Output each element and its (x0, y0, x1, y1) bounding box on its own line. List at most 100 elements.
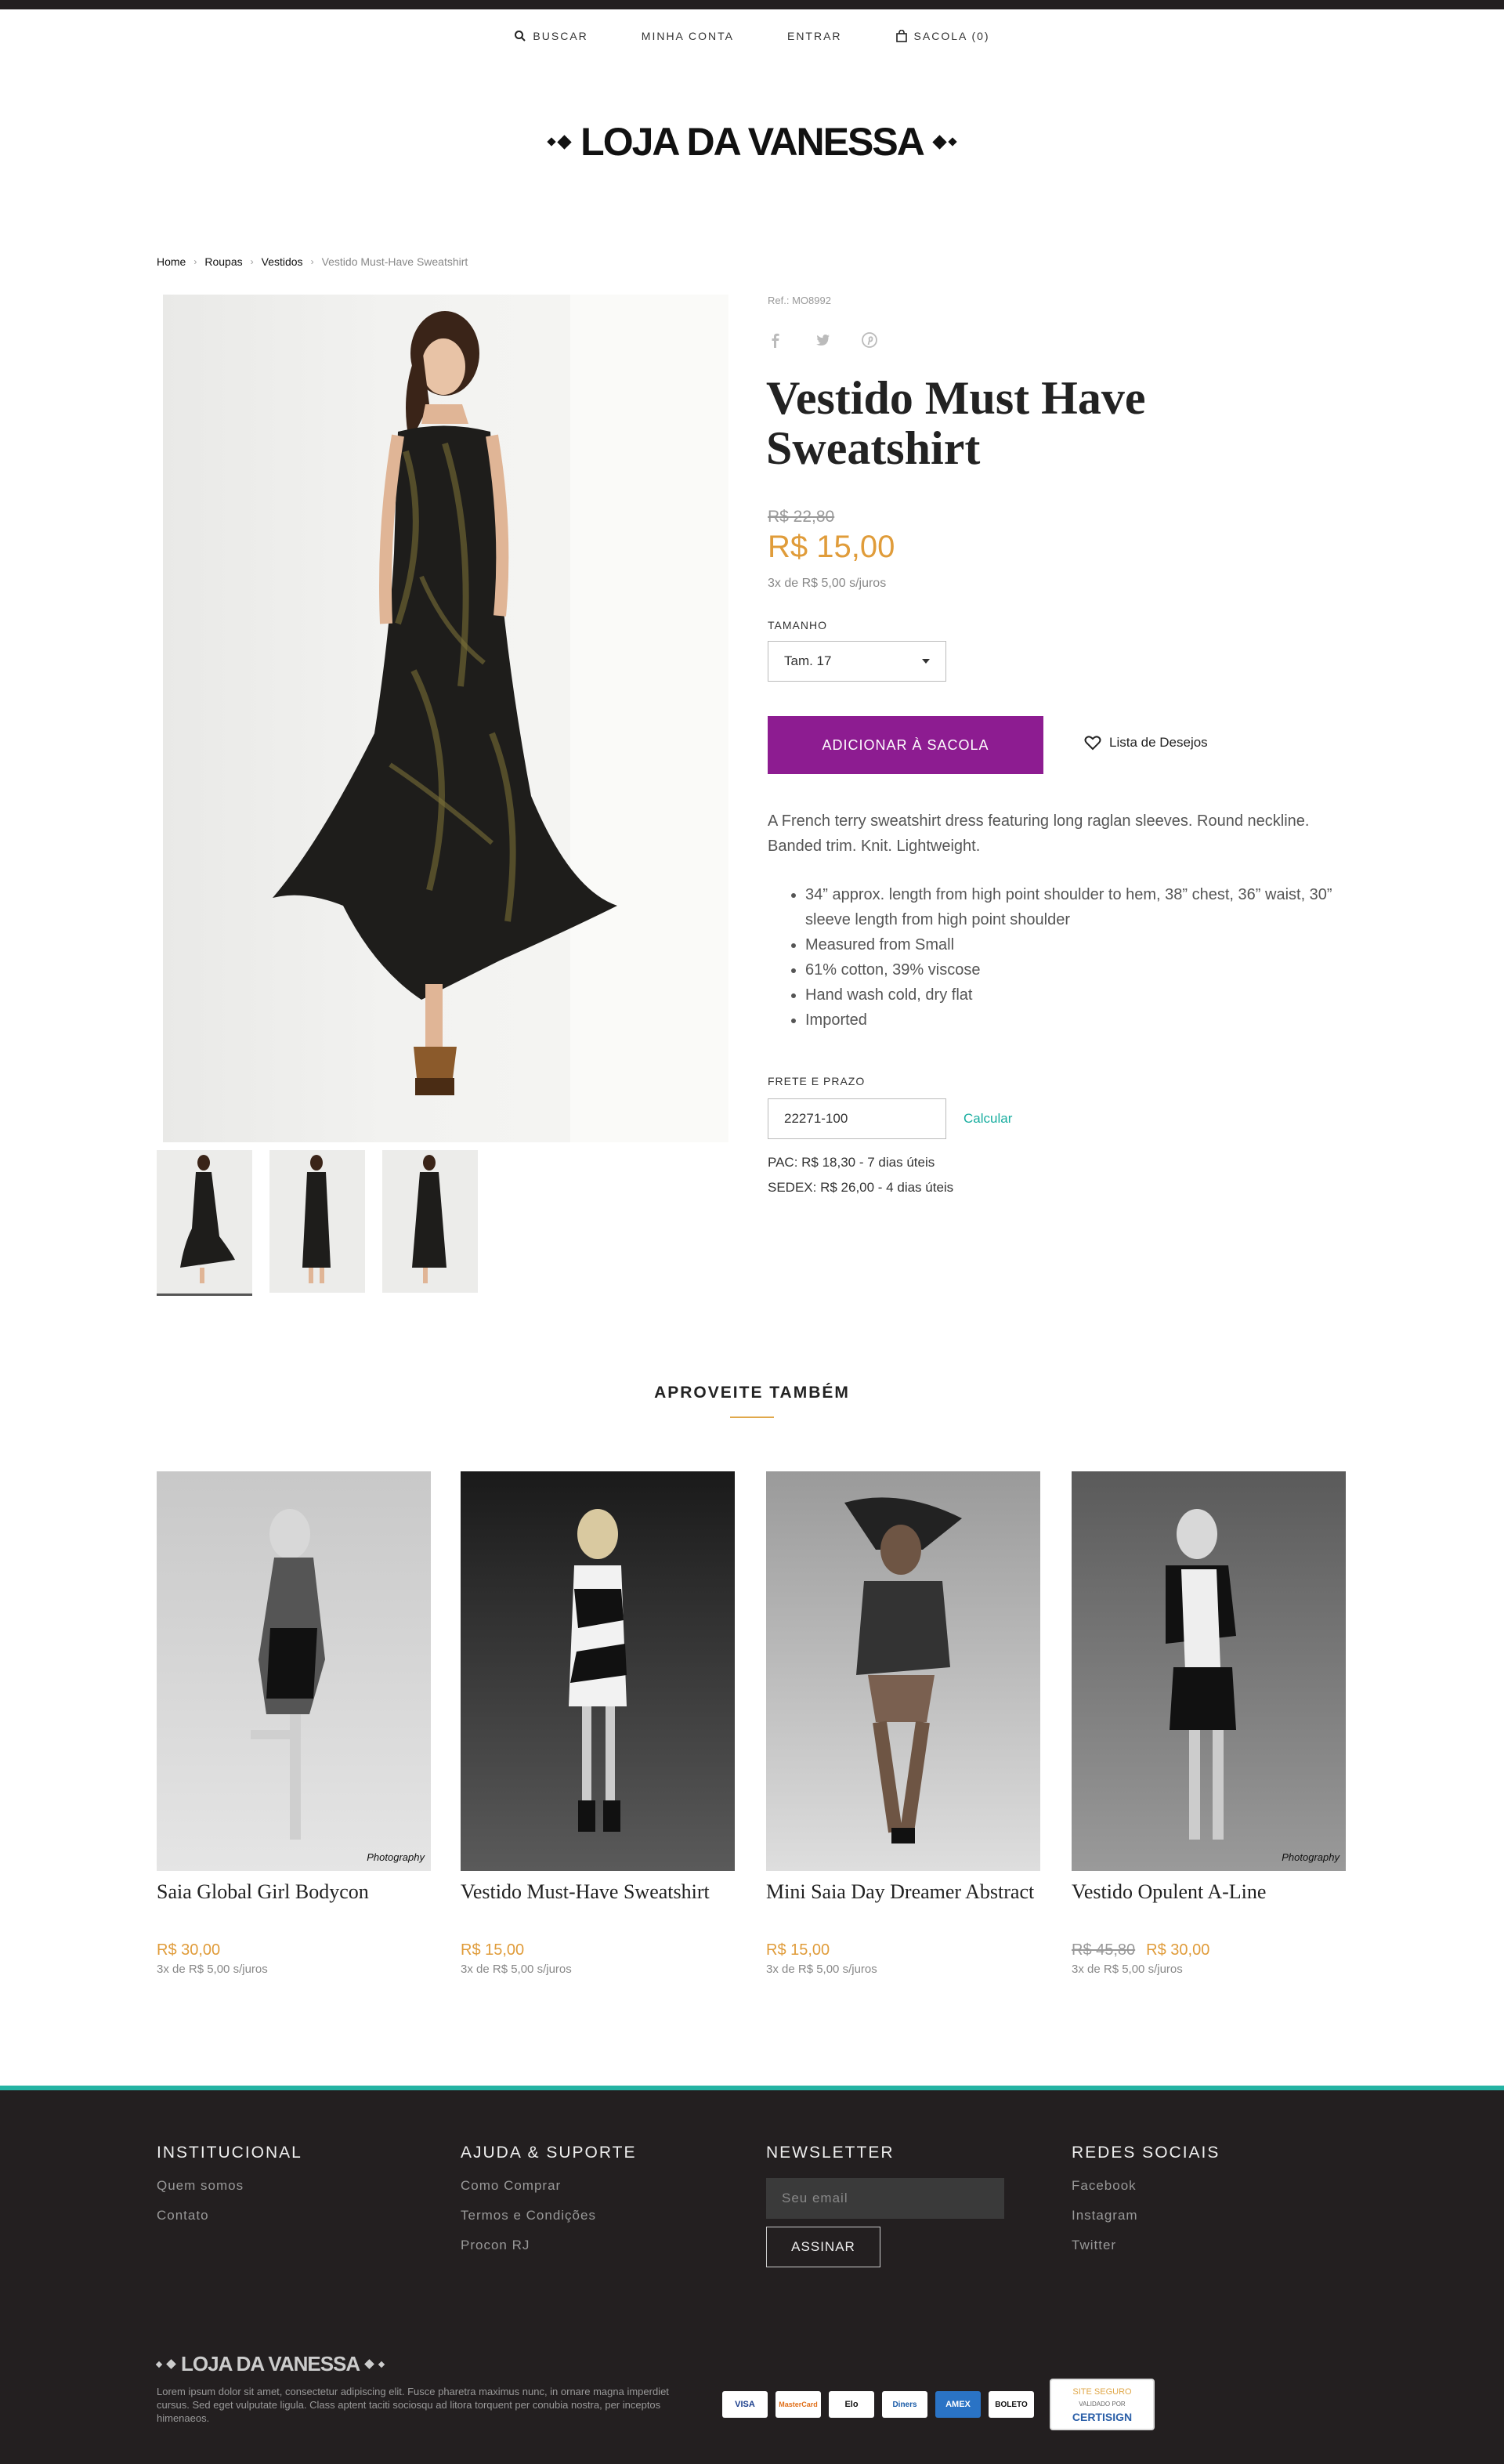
product-image[interactable]: Photography (157, 1471, 431, 1871)
related-title: APROVEITE TAMBÉM (654, 1384, 850, 1402)
calculate-link[interactable]: Calcular (964, 1111, 1012, 1127)
product-price: R$ 30,00 (157, 1941, 431, 1959)
product-name[interactable]: Mini Saia Day Dreamer Abstract (766, 1879, 1040, 1934)
nav-bag[interactable]: SACOLA (0) (895, 30, 990, 42)
feature-item: Measured from Small (805, 932, 1346, 957)
footer-logo-text: LOJA DA VANESSA (181, 2352, 360, 2375)
visa-icon: VISA (722, 2391, 768, 2418)
nav-account-label: MINHA CONTA (641, 30, 734, 42)
breadcrumb-chevron-icon: › (193, 256, 197, 267)
bag-icon (895, 30, 907, 42)
logo-diamond (155, 2361, 163, 2368)
nav-login[interactable]: ENTRAR (787, 30, 842, 42)
product-image[interactable] (766, 1471, 1040, 1871)
product-current-price: R$ 15,00 (461, 1941, 525, 1959)
store-logo[interactable]: LOJA DA VANESSA (0, 119, 1504, 165)
newsletter-subscribe-button[interactable]: ASSINAR (766, 2227, 880, 2267)
thumbnail-3[interactable] (382, 1150, 478, 1293)
elo-icon: Elo (829, 2391, 874, 2418)
security-seal[interactable]: SITE SEGURO VALIDADO POR CERTISIGN (1050, 2379, 1155, 2430)
product-name[interactable]: Vestido Must-Have Sweatshirt (461, 1879, 735, 1934)
footer-link[interactable]: Quem somos (157, 2178, 302, 2194)
footer-link[interactable]: Facebook (1072, 2178, 1220, 2194)
product-main-image[interactable] (163, 295, 728, 1142)
footer-col-title: AJUDA & SUPORTE (461, 2144, 637, 2162)
payment-methods: VISA MasterCard Elo Diners AMEX BOLETO (722, 2391, 1034, 2418)
watermark-text: Photography (1282, 1851, 1340, 1863)
product-image[interactable]: Photography (1072, 1471, 1346, 1871)
product-name[interactable]: Vestido Opulent A-Line (1072, 1879, 1346, 1934)
caret-down-icon (922, 659, 930, 664)
footer-col-title: INSTITUCIONAL (157, 2144, 302, 2162)
footer-link[interactable]: Como Comprar (461, 2178, 637, 2194)
twitter-icon[interactable] (815, 332, 830, 348)
seal-line: CERTISIGN (1072, 2411, 1133, 2423)
shipping-label: FRETE E PRAZO (768, 1075, 866, 1087)
shipping-results: PAC: R$ 18,30 - 7 dias úteis SEDEX: R$ 2… (768, 1150, 953, 1200)
wishlist-button[interactable]: Lista de Desejos (1084, 735, 1208, 751)
seal-line: VALIDADO POR (1079, 2401, 1126, 2408)
product-installments: 3x de R$ 5,00 s/juros (768, 577, 887, 590)
watermark-text: Photography (367, 1851, 425, 1863)
facebook-icon[interactable] (768, 332, 783, 348)
related-product-4[interactable]: Photography Vestido Opulent A-Line R$ 45… (1072, 1471, 1346, 1976)
thumbnail-2[interactable] (269, 1150, 365, 1293)
logo-right-diamonds (932, 134, 957, 150)
search-icon (515, 31, 526, 42)
nav-search-label: BUSCAR (533, 30, 588, 42)
product-price: R$ 15,00 (766, 1941, 1040, 1959)
top-bar (0, 0, 1504, 9)
nav-bag-label: SACOLA (0) (913, 30, 990, 42)
sedex-rate: SEDEX: R$ 26,00 - 4 dias úteis (768, 1180, 954, 1195)
newsletter-email-input[interactable]: Seu email (766, 2178, 1004, 2219)
footer-col-title: NEWSLETTER (766, 2144, 895, 2162)
product-name[interactable]: Saia Global Girl Bodycon (157, 1879, 431, 1934)
pac-rate: PAC: R$ 18,30 - 7 dias úteis (768, 1155, 935, 1170)
related-product-1[interactable]: Photography Saia Global Girl Bodycon R$ … (157, 1471, 431, 1976)
footer-link[interactable]: Termos e Condições (461, 2208, 637, 2223)
add-to-bag-button[interactable]: ADICIONAR À SACOLA (768, 716, 1043, 774)
breadcrumb: Home › Roupas › Vestidos › Vestido Must-… (157, 255, 468, 268)
photo-watermark: Photography (1282, 1852, 1340, 1863)
logo-left-diamonds (547, 134, 572, 150)
feature-item: Imported (805, 1008, 1346, 1033)
nav-search[interactable]: BUSCAR (514, 30, 588, 42)
nav-login-label: ENTRAR (786, 30, 842, 42)
boleto-icon: BOLETO (989, 2391, 1034, 2418)
footer-newsletter: NEWSLETTER Seu email ASSINAR (766, 2144, 1004, 2267)
pinterest-icon[interactable] (862, 332, 877, 348)
amex-icon: AMEX (935, 2391, 981, 2418)
related-product-3[interactable]: Mini Saia Day Dreamer Abstract R$ 15,00 … (766, 1471, 1040, 1976)
product-old-price: R$ 22,80 (768, 508, 835, 526)
breadcrumb-roupas[interactable]: Roupas (204, 255, 242, 268)
footer-link[interactable]: Contato (157, 2208, 302, 2223)
thumbnail-1[interactable] (157, 1150, 252, 1296)
photo-watermark: Photography (367, 1852, 425, 1863)
diners-icon: Diners (882, 2391, 927, 2418)
logo-diamond (378, 2361, 385, 2368)
footer-description: Lorem ipsum dolor sit amet, consectetur … (157, 2386, 669, 2424)
product-image[interactable] (461, 1471, 735, 1871)
related-product-2[interactable]: Vestido Must-Have Sweatshirt R$ 15,00 3x… (461, 1471, 735, 1976)
footer-institutional: INSTITUCIONAL Quem somos Contato (157, 2144, 302, 2238)
product-current-price: R$ 30,00 (1146, 1941, 1210, 1959)
product-price: R$ 45,80 R$ 30,00 (1072, 1941, 1346, 1959)
wishlist-label: Lista de Desejos (1109, 735, 1208, 750)
size-label: TAMANHO (768, 619, 827, 631)
share-buttons (768, 332, 877, 348)
breadcrumb-home[interactable]: Home (157, 255, 186, 268)
cep-input[interactable]: 22271-100 (768, 1098, 946, 1139)
footer-link[interactable]: Twitter (1072, 2238, 1220, 2253)
footer-col-title: REDES SOCIAIS (1072, 2144, 1220, 2162)
footer-logo[interactable]: LOJA DA VANESSA (155, 2352, 385, 2376)
product-installments: 3x de R$ 5,00 s/juros (766, 1963, 877, 1976)
product-installments: 3x de R$ 5,00 s/juros (1072, 1963, 1183, 1976)
product-installments: 3x de R$ 5,00 s/juros (461, 1963, 572, 1976)
footer-link[interactable]: Procon RJ (461, 2238, 637, 2253)
footer-link[interactable]: Instagram (1072, 2208, 1220, 2223)
product-old-price: R$ 45,80 (1072, 1941, 1136, 1959)
breadcrumb-vestidos[interactable]: Vestidos (262, 255, 303, 268)
size-select[interactable]: Tam. 17 (768, 641, 946, 682)
nav-account[interactable]: MINHA CONTA (642, 30, 734, 42)
feature-item: Hand wash cold, dry flat (805, 982, 1346, 1008)
